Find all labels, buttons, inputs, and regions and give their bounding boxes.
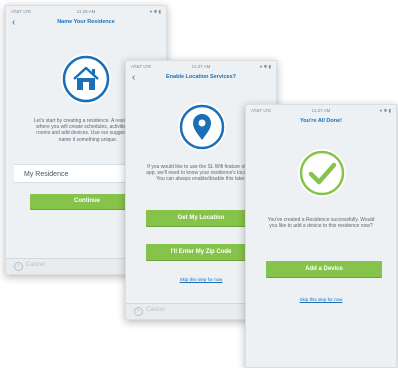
- add-device-button[interactable]: Add a Device: [266, 261, 382, 277]
- skip-link[interactable]: Skip this step for now: [246, 297, 396, 302]
- status-bar: AT&T LTE 11:27 AM ● ✱ ▮: [246, 105, 396, 116]
- battery-icon: ● ✱ ▮: [149, 9, 161, 14]
- status-bar: AT&T LTE 11:27 AM ● ✱ ▮: [126, 61, 276, 72]
- battery-icon: ● ✱ ▮: [259, 64, 271, 69]
- page-title: You're All Done!: [300, 118, 342, 124]
- cancel-button[interactable]: Cancel: [26, 262, 45, 268]
- screen-header: ‹ Enable Location Services?: [126, 72, 276, 87]
- success-text: You've created a Residence successfully.…: [267, 217, 375, 230]
- screen-header: ‹ Name Your Residence: [6, 17, 166, 32]
- status-time: 11:27 AM: [191, 64, 211, 69]
- page-title: Enable Location Services?: [166, 74, 236, 80]
- enter-zip-code-button[interactable]: I'll Enter My Zip Code: [146, 244, 256, 260]
- close-icon[interactable]: ×: [134, 307, 143, 316]
- battery-icon: ● ✱ ▮: [379, 108, 391, 113]
- screen-header: You're All Done!: [246, 116, 396, 131]
- location-text: If you would like to use the SL Wifi fea…: [146, 164, 256, 183]
- close-icon[interactable]: ×: [14, 262, 23, 271]
- location-pin-icon: [178, 103, 226, 151]
- cancel-button[interactable]: Cancel: [146, 307, 165, 313]
- get-my-location-button[interactable]: Get My Location: [146, 210, 256, 226]
- status-bar: AT&T LTE 11:26 AM ● ✱ ▮: [6, 6, 166, 17]
- house-icon: [61, 54, 111, 104]
- checkmark-icon: [298, 149, 346, 197]
- status-time: 11:26 AM: [76, 9, 96, 14]
- status-time: 11:27 AM: [311, 108, 331, 113]
- page-title: Name Your Residence: [57, 19, 115, 25]
- screen-all-done: AT&T LTE 11:27 AM ● ✱ ▮ You're All Done!…: [245, 104, 397, 368]
